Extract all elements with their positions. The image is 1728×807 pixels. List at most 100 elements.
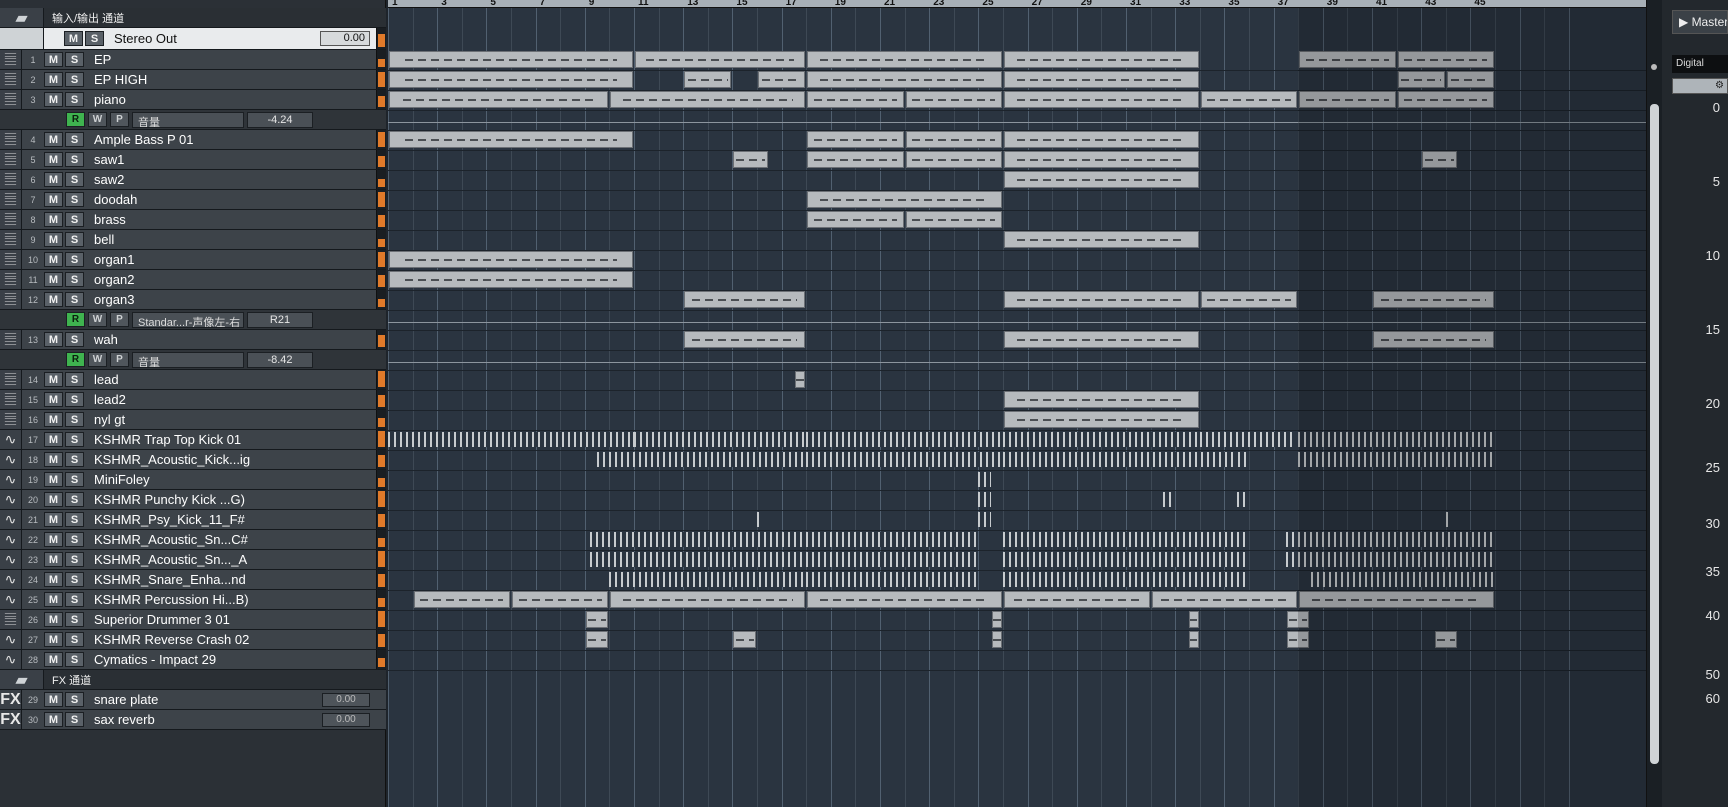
- solo-button[interactable]: S: [65, 492, 84, 507]
- midi-clip[interactable]: [684, 291, 806, 308]
- read-automation-button[interactable]: R: [66, 352, 85, 367]
- mute-button[interactable]: M: [64, 31, 83, 46]
- mute-button[interactable]: M: [44, 552, 63, 567]
- automation-lane-row[interactable]: R W P 音量 -4.24: [0, 110, 386, 130]
- automation-parameter[interactable]: 音量: [132, 111, 244, 128]
- solo-button[interactable]: S: [65, 652, 84, 667]
- track-name[interactable]: lead2: [94, 392, 376, 407]
- track-row[interactable]: ∿ 21 M S KSHMR_Psy_Kick_11_F#: [0, 510, 386, 530]
- midi-clip[interactable]: [905, 91, 1002, 108]
- midi-clip[interactable]: [610, 591, 806, 608]
- track-row[interactable]: 𝄚 6 M Ssaw2: [0, 170, 386, 190]
- solo-button[interactable]: S: [65, 252, 84, 267]
- track-row[interactable]: 𝄚 7 M Sdoodah: [0, 190, 386, 210]
- track-name[interactable]: KSHMR Punchy Kick ...G): [94, 492, 376, 507]
- midi-clip[interactable]: [807, 591, 1002, 608]
- track-row[interactable]: 𝄚 5 M Ssaw1: [0, 150, 386, 170]
- midi-clip[interactable]: [585, 631, 609, 648]
- automation-parameter[interactable]: 音量: [132, 351, 244, 368]
- mute-button[interactable]: M: [44, 272, 63, 287]
- automation-lane-row[interactable]: R W P 音量 -8.42: [0, 350, 386, 370]
- track-name[interactable]: EP HIGH: [94, 72, 376, 87]
- midi-clip[interactable]: [991, 611, 1002, 628]
- midi-clip[interactable]: [1004, 71, 1199, 88]
- midi-clip[interactable]: [807, 151, 904, 168]
- audio-events[interactable]: [1003, 432, 1198, 447]
- automation-value[interactable]: R21: [247, 311, 313, 328]
- track-row[interactable]: ∿ 24 M S KSHMR_Snare_Enha...nd: [0, 570, 386, 590]
- audio-events[interactable]: [597, 452, 805, 467]
- solo-button[interactable]: S: [65, 292, 84, 307]
- mute-button[interactable]: M: [44, 52, 63, 67]
- track-row[interactable]: ∿ 18 M S KSHMR_Acoustic_Kick...ig: [0, 450, 386, 470]
- fx-track-name[interactable]: snare plate: [94, 692, 322, 707]
- solo-button[interactable]: S: [65, 632, 84, 647]
- track-row[interactable]: 𝄚 11 M Sorgan2: [0, 270, 386, 290]
- audio-events[interactable]: [806, 532, 979, 547]
- io-folder-row[interactable]: ▰ 输入/输出 通道: [0, 8, 386, 28]
- fx-volume[interactable]: 0.00: [322, 712, 370, 727]
- mute-button[interactable]: M: [44, 532, 63, 547]
- mute-button[interactable]: M: [44, 692, 63, 707]
- midi-clip[interactable]: [1004, 331, 1199, 348]
- audio-events[interactable]: [589, 532, 807, 547]
- audio-events[interactable]: [1003, 552, 1249, 567]
- audio-events[interactable]: [978, 472, 991, 487]
- fx-track-row[interactable]: FX 29 M Ssnare plate 0.00: [0, 690, 386, 710]
- midi-clip[interactable]: [389, 71, 633, 88]
- midi-clip[interactable]: [684, 331, 806, 348]
- track-row[interactable]: 𝄚 4 M S Ample Bass P 01: [0, 130, 386, 150]
- mute-button[interactable]: M: [44, 452, 63, 467]
- track-name[interactable]: Superior Drummer 3 01: [94, 612, 376, 627]
- mute-button[interactable]: M: [44, 412, 63, 427]
- track-row[interactable]: ∿ 20 M S KSHMR Punchy Kick ...G): [0, 490, 386, 510]
- track-row[interactable]: 𝄚 8 M Sbrass: [0, 210, 386, 230]
- midi-clip[interactable]: [905, 211, 1002, 228]
- mute-button[interactable]: M: [44, 172, 63, 187]
- track-row[interactable]: ∿ 28 M S Cymatics - Impact 29: [0, 650, 386, 670]
- audio-events[interactable]: [1236, 492, 1249, 507]
- track-row[interactable]: ∿ 17 M S KSHMR Trap Top Kick 01: [0, 430, 386, 450]
- midi-clip[interactable]: [512, 591, 609, 608]
- track-row[interactable]: ∿ 25 M S KSHMR Percussion Hi...B): [0, 590, 386, 610]
- folder-icon[interactable]: ▰: [0, 8, 44, 27]
- automation-lane-row[interactable]: R W P Standar...r-声像左-右 R21: [0, 310, 386, 330]
- track-name[interactable]: organ3: [94, 292, 376, 307]
- track-name[interactable]: Cymatics - Impact 29: [94, 652, 376, 667]
- midi-clip[interactable]: [807, 71, 1002, 88]
- midi-clip[interactable]: [1004, 231, 1199, 248]
- audio-events[interactable]: [1199, 432, 1297, 447]
- track-row[interactable]: 𝄚 14 M Slead: [0, 370, 386, 390]
- track-name[interactable]: brass: [94, 212, 376, 227]
- midi-clip[interactable]: [635, 51, 806, 68]
- track-name[interactable]: KSHMR Trap Top Kick 01: [94, 432, 376, 447]
- midi-clip[interactable]: [1004, 591, 1150, 608]
- read-automation-button[interactable]: R: [66, 312, 85, 327]
- midi-clip[interactable]: [733, 151, 769, 168]
- preview-automation-button[interactable]: P: [110, 112, 129, 127]
- solo-button[interactable]: S: [65, 52, 84, 67]
- track-name[interactable]: KSHMR Reverse Crash 02: [94, 632, 376, 647]
- audio-events[interactable]: [1003, 532, 1249, 547]
- track-name[interactable]: lead: [94, 372, 376, 387]
- midi-clip[interactable]: [1004, 151, 1199, 168]
- folder-icon[interactable]: ▰: [0, 670, 44, 689]
- mute-button[interactable]: M: [44, 432, 63, 447]
- write-automation-button[interactable]: W: [88, 112, 107, 127]
- midi-clip[interactable]: [585, 611, 609, 628]
- audio-events[interactable]: [806, 452, 1001, 467]
- audio-events[interactable]: [978, 492, 991, 507]
- midi-clip[interactable]: [389, 131, 633, 148]
- solo-button[interactable]: S: [65, 172, 84, 187]
- mute-button[interactable]: M: [44, 332, 63, 347]
- midi-clip[interactable]: [1004, 51, 1199, 68]
- scrollbar-thumb[interactable]: [1650, 104, 1659, 764]
- solo-button[interactable]: S: [65, 612, 84, 627]
- vertical-scrollbar[interactable]: [1646, 0, 1662, 807]
- solo-button[interactable]: S: [65, 272, 84, 287]
- audio-events[interactable]: [806, 552, 979, 567]
- audio-events[interactable]: [1003, 452, 1235, 467]
- track-name[interactable]: wah: [94, 332, 376, 347]
- track-row[interactable]: 𝄚 9 M Sbell: [0, 230, 386, 250]
- midi-clip[interactable]: [1004, 291, 1199, 308]
